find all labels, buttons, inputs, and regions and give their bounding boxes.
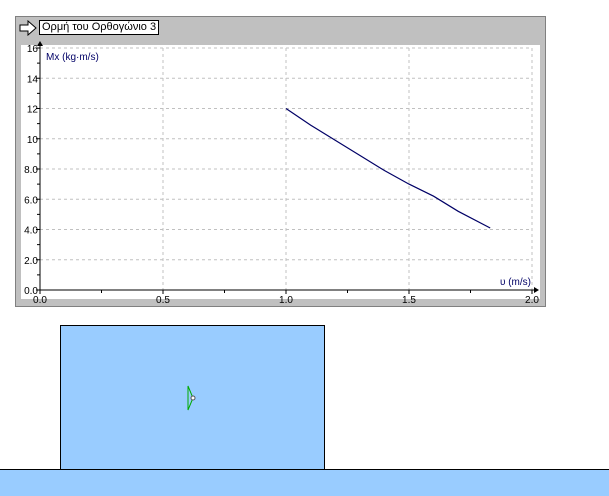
x-tick-label: 0.5 — [156, 295, 170, 306]
y-tick-label: 16 — [27, 44, 39, 55]
graph-title: Ορμή του Ορθογώνιο 3 — [39, 20, 160, 35]
y-tick-label: 2.0 — [24, 256, 38, 267]
y-tick-label: 8.0 — [24, 165, 38, 176]
momentum-plot: 0.0 0.5 1.0 1.5 2.00.02.04.06.08.010121416Mx… — [21, 41, 540, 306]
y-tick-label: 14 — [27, 74, 39, 85]
right-arrow-icon[interactable] — [19, 19, 37, 36]
y-tick-label: 10 — [27, 135, 39, 146]
x-tick-label: 1.5 — [402, 295, 416, 306]
y-tick-label: 0.0 — [24, 286, 38, 297]
y-tick-label: 12 — [27, 105, 39, 116]
y-tick-label: 6.0 — [24, 195, 38, 206]
x-tick-label: 1.0 — [279, 295, 293, 306]
center-of-mass-icon[interactable] — [185, 384, 199, 412]
y-axis-label: Mx (kg·m/s) — [46, 52, 99, 63]
y-tick-label: 4.0 — [24, 226, 38, 237]
ground — [0, 469, 609, 496]
x-axis-label: υ (m/s) — [500, 277, 531, 288]
graph-window[interactable]: 0.0 0.5 1.0 1.5 2.0 0.0 2.0 4.0 6.0 8.0 10 12 14 16 Mx… — [15, 16, 546, 307]
x-tick-label: 2.0 — [525, 295, 539, 306]
graph-titlebar[interactable]: Ορμή του Ορθογώνιο 3 — [19, 19, 160, 36]
plot-area — [21, 45, 540, 299]
